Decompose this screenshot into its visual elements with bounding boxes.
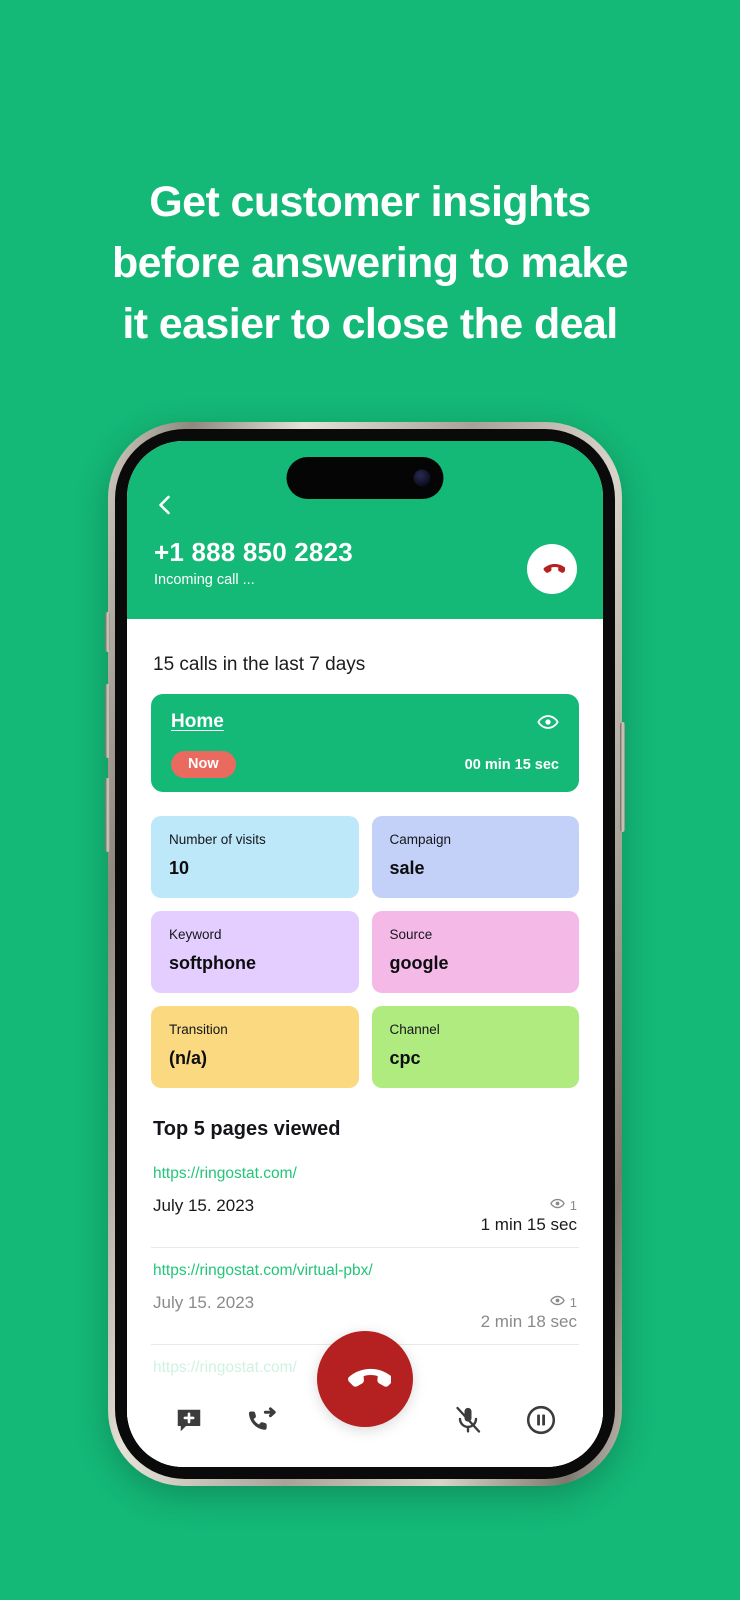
call-transfer-icon[interactable] — [244, 1402, 280, 1438]
current-page-duration: 00 min 15 sec — [464, 756, 559, 773]
visitor-info-tiles: Number of visits 10 Campaign sale Keywor… — [151, 816, 579, 1088]
page-views-count: 1 — [569, 1197, 577, 1213]
page-date: July 15. 2023 — [153, 1293, 255, 1312]
phone-mockup: +1 888 850 2823 Incoming call ... 15 cal… — [105, 422, 625, 1486]
tile-label: Number of visits — [169, 832, 266, 847]
tile-value: softphone — [169, 953, 256, 973]
page-views: 1 — [481, 1293, 577, 1311]
call-details-body: 15 calls in the last 7 days Home Now 00 … — [127, 619, 603, 1467]
end-call-button[interactable] — [317, 1331, 413, 1427]
tile-value: (n/a) — [169, 1048, 207, 1068]
top-pages-title: Top 5 pages viewed — [153, 1118, 341, 1140]
page-duration: 1 min 15 sec — [480, 1215, 577, 1234]
page-views-count: 1 — [569, 1294, 577, 1310]
phone-action-button[interactable] — [105, 612, 110, 652]
dynamic-island — [286, 457, 444, 499]
phone-hangup-icon — [543, 563, 565, 573]
page-views: 1 — [481, 1196, 577, 1214]
tile-value: google — [389, 953, 449, 973]
back-icon[interactable] — [153, 493, 177, 517]
microphone-off-icon[interactable] — [450, 1402, 486, 1438]
current-page-card[interactable]: Home Now 00 min 15 sec — [151, 694, 579, 792]
pause-circle-icon[interactable] — [523, 1402, 559, 1438]
header-end-call-button[interactable] — [527, 544, 577, 594]
calls-summary-text: 15 calls in the last 7 days — [153, 654, 366, 675]
headline-line-2: before answering to make — [111, 239, 629, 287]
phone-power-button[interactable] — [620, 722, 625, 832]
page-date: July 15. 2023 — [153, 1196, 255, 1215]
current-page-title[interactable]: Home — [171, 711, 224, 733]
tile-transition: Transition (n/a) — [151, 1006, 359, 1088]
tile-label: Channel — [389, 1022, 440, 1037]
phone-volume-down-button[interactable] — [105, 778, 110, 852]
tile-campaign: Campaign sale — [371, 816, 579, 898]
tile-value: cpc — [389, 1048, 421, 1068]
front-camera-icon — [413, 469, 431, 487]
eye-icon — [549, 1293, 565, 1311]
phone-volume-up-button[interactable] — [105, 684, 110, 758]
page-duration: 2 min 18 sec — [480, 1312, 577, 1331]
headline-line-3: it easier to close the deal — [122, 300, 618, 348]
tile-label: Transition — [169, 1022, 228, 1037]
tile-source: Source google — [371, 911, 579, 993]
phone-screen: +1 888 850 2823 Incoming call ... 15 cal… — [127, 441, 603, 1467]
eye-icon — [549, 1196, 565, 1214]
now-badge: Now — [171, 751, 236, 778]
tile-value: 10 — [169, 858, 190, 878]
message-plus-icon[interactable] — [171, 1402, 207, 1438]
tile-number-of-visits: Number of visits 10 — [151, 816, 359, 898]
promo-headline: Get customer insights before answering t… — [0, 172, 740, 355]
eye-icon — [537, 711, 559, 738]
tile-label: Keyword — [169, 927, 222, 942]
headline-line-1: Get customer insights — [149, 178, 591, 226]
call-status-text: Incoming call ... — [154, 572, 255, 588]
page-row[interactable]: https://ringostat.com/ July 15. 2023 1 1… — [151, 1151, 579, 1248]
tile-value: sale — [389, 858, 425, 878]
tile-label: Source — [389, 927, 433, 942]
caller-number: +1 888 850 2823 — [154, 537, 353, 567]
tile-keyword: Keyword softphone — [151, 911, 359, 993]
tile-label: Campaign — [389, 832, 452, 847]
tile-channel: Channel cpc — [371, 1006, 579, 1088]
page-url-link[interactable]: https://ringostat.com/ — [153, 1164, 577, 1184]
page-url-link[interactable]: https://ringostat.com/virtual-pbx/ — [153, 1261, 577, 1281]
caller-info: +1 888 850 2823 Incoming call ... — [154, 537, 353, 589]
phone-hangup-icon — [348, 1368, 391, 1387]
